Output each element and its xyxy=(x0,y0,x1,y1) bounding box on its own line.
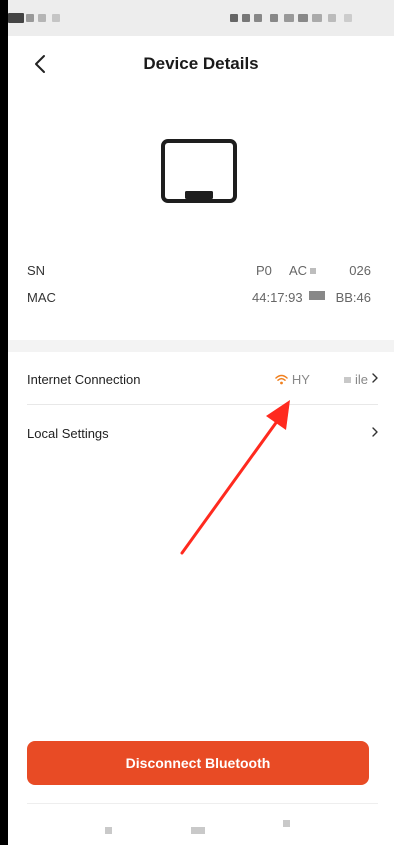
status-block xyxy=(270,14,278,22)
nav-placeholder xyxy=(283,820,290,827)
redaction-mark xyxy=(309,291,325,300)
display-device-icon xyxy=(161,139,237,203)
chevron-right-icon xyxy=(372,427,378,437)
local-settings-row[interactable]: Local Settings xyxy=(8,407,394,459)
status-block xyxy=(312,14,322,22)
mac-label: MAC xyxy=(27,290,56,305)
nav-placeholder xyxy=(191,827,205,834)
status-block xyxy=(8,13,24,23)
bottom-divider xyxy=(27,803,378,804)
disconnect-bluetooth-button[interactable]: Disconnect Bluetooth xyxy=(27,741,369,785)
status-block xyxy=(242,14,250,22)
device-details-screen: Device Details SN P0 AC 026 MAC 44:17:93… xyxy=(8,0,394,845)
status-block xyxy=(38,14,46,22)
status-block xyxy=(254,14,262,22)
header: Device Details xyxy=(8,36,394,92)
chevron-right-icon xyxy=(372,373,378,383)
left-edge-strip xyxy=(0,0,8,845)
internet-connection-value: HY ile xyxy=(275,372,368,387)
page-title: Device Details xyxy=(143,54,259,73)
sn-value-prefix: P0 xyxy=(256,263,272,278)
mac-row: MAC 44:17:93 BB:46 xyxy=(27,290,371,310)
status-block xyxy=(298,14,308,22)
sn-label: SN xyxy=(27,263,46,278)
status-block xyxy=(284,14,294,22)
wifi-name-suffix: ile xyxy=(354,372,368,387)
sn-value-mid: AC xyxy=(289,263,308,278)
redaction-mark xyxy=(343,376,351,383)
status-block xyxy=(52,14,60,22)
sn-value-suffix: 026 xyxy=(349,263,371,278)
status-block xyxy=(344,14,352,22)
sn-row: SN P0 AC 026 xyxy=(27,263,371,283)
mac-value-suffix: BB:46 xyxy=(335,290,371,305)
list-divider xyxy=(27,404,378,405)
redaction-space xyxy=(314,375,340,385)
local-settings-label: Local Settings xyxy=(27,426,109,441)
internet-connection-row[interactable]: Internet Connection HY ile xyxy=(8,353,394,405)
redaction-mark xyxy=(310,268,316,274)
mac-value-prefix: 44:17:93 xyxy=(252,290,303,305)
section-gap xyxy=(8,340,394,352)
wifi-icon xyxy=(275,374,288,385)
wifi-name-prefix: HY xyxy=(291,372,310,387)
internet-connection-label: Internet Connection xyxy=(27,372,141,387)
status-bar xyxy=(8,0,394,36)
status-block xyxy=(230,14,238,22)
status-block xyxy=(26,14,34,22)
nav-placeholder xyxy=(105,827,112,834)
status-block xyxy=(328,14,336,22)
